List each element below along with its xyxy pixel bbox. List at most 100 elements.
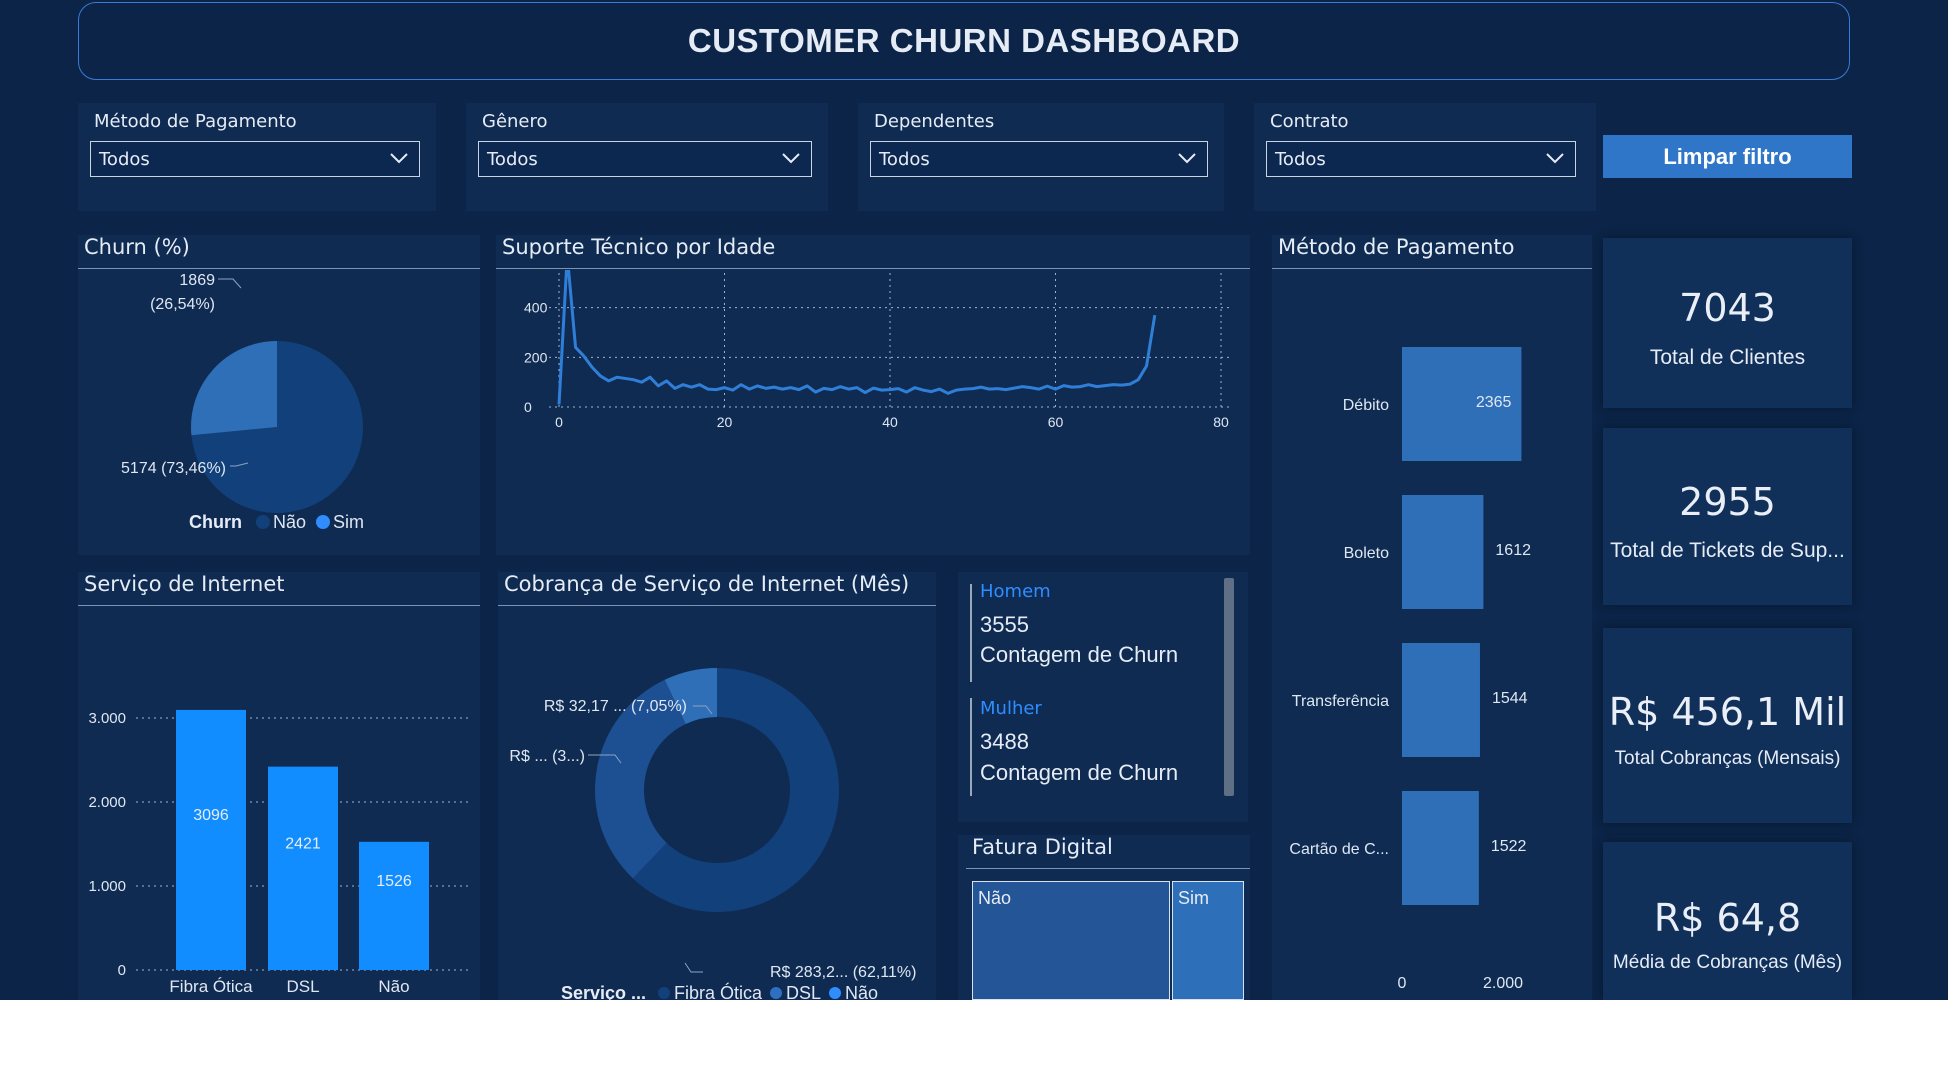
panel-title: Serviço de Internet <box>84 572 285 596</box>
gender-label-male: Homem <box>980 581 1051 602</box>
kpi-label: Total de Tickets de Sup... <box>1610 539 1845 562</box>
data-label: 1869 <box>179 272 215 289</box>
panel-divider <box>78 268 480 269</box>
x-tick-label: 60 <box>1048 414 1064 430</box>
legend-label: Sim <box>333 512 364 532</box>
gender-measure-male: Contagem de Churn <box>980 642 1179 667</box>
category-label: Fibra Ótica <box>169 977 253 996</box>
legend-title: Serviço ... <box>561 983 646 1000</box>
support-line-chart: 0200400600020406080 <box>524 270 1231 430</box>
kpi-value: R$ 64,8 <box>1653 896 1802 940</box>
gender-value-female: 3488 <box>980 729 1029 754</box>
panel-title: Cobrança de Serviço de Internet (Mês) <box>504 572 910 596</box>
legend-label: Não <box>273 512 306 532</box>
legend-label: Fibra Ótica <box>674 982 763 1000</box>
filter-label: Contrato <box>1270 111 1349 132</box>
service-bar <box>176 709 246 970</box>
data-label: 1522 <box>1491 838 1527 855</box>
legend-marker <box>256 515 270 529</box>
gender-measure-female: Contagem de Churn <box>980 760 1179 785</box>
service-bar <box>268 766 338 970</box>
chevron-down-icon <box>390 153 408 164</box>
chevron-down-icon <box>1178 153 1196 164</box>
kpi-label: Total Cobranças (Mensais) <box>1614 748 1841 769</box>
legend-marker <box>658 987 670 999</box>
dependents-dropdown[interactable]: Todos <box>870 141 1208 177</box>
kpi-total-tickets: 2955 Total de Tickets de Sup... <box>1603 428 1852 605</box>
kpi-avg-charges: R$ 64,8 Média de Cobranças (Mês) <box>1603 842 1852 1000</box>
digital-invoice-panel[interactable]: Fatura Digital Não Sim <box>958 835 1250 1000</box>
leader-line <box>218 278 242 289</box>
x-tick-label: 0 <box>1398 975 1407 992</box>
service-bar <box>359 841 429 970</box>
dashboard-canvas: CUSTOMER CHURN DASHBOARD Método de Pagam… <box>0 0 1948 1000</box>
kpi-total-customers: 7043 Total de Clientes <box>1603 238 1852 408</box>
x-tick-label: 40 <box>882 414 898 430</box>
x-tick-label: 2.000 <box>1483 975 1523 992</box>
filter-label: Dependentes <box>874 111 995 132</box>
treemap-tile-sim[interactable]: Sim <box>1172 881 1244 1000</box>
support-by-age-panel[interactable]: Suporte Técnico por Idade 02004006000204… <box>496 235 1250 555</box>
card-scrollbar[interactable] <box>1224 578 1234 796</box>
gender-dropdown[interactable]: Todos <box>478 141 812 177</box>
data-label: (26,54%) <box>150 296 215 313</box>
chevron-down-icon <box>782 153 800 164</box>
y-tick-label: 0 <box>524 399 532 415</box>
clear-filter-label: Limpar filtro <box>1663 143 1792 169</box>
gender-value-male: 3555 <box>980 612 1029 637</box>
category-label: Boleto <box>1344 545 1389 562</box>
filter-contract: Contrato Todos <box>1254 103 1596 211</box>
data-label: R$ 283,2... (62,11%) <box>770 964 916 981</box>
filter-label: Método de Pagamento <box>94 111 297 132</box>
panel-title: Método de Pagamento <box>1278 235 1515 259</box>
category-label: Não <box>378 977 409 996</box>
legend-label: DSL <box>786 983 821 1000</box>
dropdown-value: Todos <box>99 149 150 170</box>
category-label: Transferência <box>1292 693 1389 710</box>
payment-method-panel[interactable]: Método de Pagamento Débito 2365 Boleto 1612… <box>1272 235 1592 1000</box>
internet-charges-panel[interactable]: Cobrança de Serviço de Internet (Mês) R$… <box>498 572 936 1000</box>
panel-divider <box>78 605 480 606</box>
treemap-label: Sim <box>1178 888 1209 908</box>
panel-divider <box>966 868 1250 869</box>
churn-pie-panel[interactable]: Churn (%) 1869 (26,54%) 5174 (73,46%) Churn… <box>78 235 480 555</box>
category-label: DSL <box>286 977 319 996</box>
legend-title: Churn <box>189 512 242 532</box>
kpi-value: R$ 456,1 Mil <box>1608 690 1847 734</box>
filter-payment-method: Método de Pagamento Todos <box>78 103 436 211</box>
y-tick-label: 2.000 <box>88 794 126 811</box>
legend-marker <box>829 987 841 999</box>
y-tick-label: 1.000 <box>88 878 126 895</box>
contract-dropdown[interactable]: Todos <box>1266 141 1576 177</box>
data-label: 2421 <box>285 835 321 852</box>
filter-gender: Gênero Todos <box>466 103 828 211</box>
internet-service-bar-chart: 0 1.000 2.000 3.000 3096 Fibra Ótica 2421 DSL 15… <box>88 709 470 996</box>
gender-label-female: Mulher <box>980 698 1042 719</box>
data-label: 3096 <box>193 807 229 824</box>
churn-pie-chart: 1869 (26,54%) 5174 (73,46%) Churn Não Sim <box>121 272 364 532</box>
clear-filter-button[interactable]: Limpar filtro <box>1603 135 1852 178</box>
dropdown-value: Todos <box>1275 149 1326 170</box>
internet-charges-donut-chart: R$ 283,2... (62,11%) R$ ... (3...) R$ 32,1… <box>509 668 916 1000</box>
card-accent-line <box>970 698 972 796</box>
data-label: 5174 (73,46%) <box>121 460 226 477</box>
data-label: 1526 <box>376 873 412 890</box>
y-tick-label: 200 <box>524 349 548 365</box>
payment-bar-chart: Débito 2365 Boleto 1612 Transferência 1544 Car… <box>1289 347 1531 992</box>
legend-marker <box>316 515 330 529</box>
pie-slice-sim <box>191 341 277 436</box>
category-label: Débito <box>1343 397 1389 414</box>
data-label: 1544 <box>1492 690 1528 707</box>
kpi-total-charges: R$ 456,1 Mil Total Cobranças (Mensais) <box>1603 628 1852 823</box>
internet-service-panel[interactable]: Serviço de Internet 0 1.000 2.000 3.000 3096… <box>78 572 480 1000</box>
data-label: R$ 32,17 ... (7,05%) <box>544 698 687 715</box>
panel-title: Suporte Técnico por Idade <box>502 235 776 259</box>
filter-label: Gênero <box>482 111 548 132</box>
kpi-value: 7043 <box>1679 286 1776 330</box>
payment-method-dropdown[interactable]: Todos <box>90 141 420 177</box>
treemap-tile-no[interactable]: Não <box>972 881 1170 1000</box>
panel-divider <box>1272 268 1592 269</box>
panel-title: Fatura Digital <box>972 835 1113 859</box>
legend-label: Não <box>845 983 878 1000</box>
dashboard-title: CUSTOMER CHURN DASHBOARD <box>687 22 1241 59</box>
